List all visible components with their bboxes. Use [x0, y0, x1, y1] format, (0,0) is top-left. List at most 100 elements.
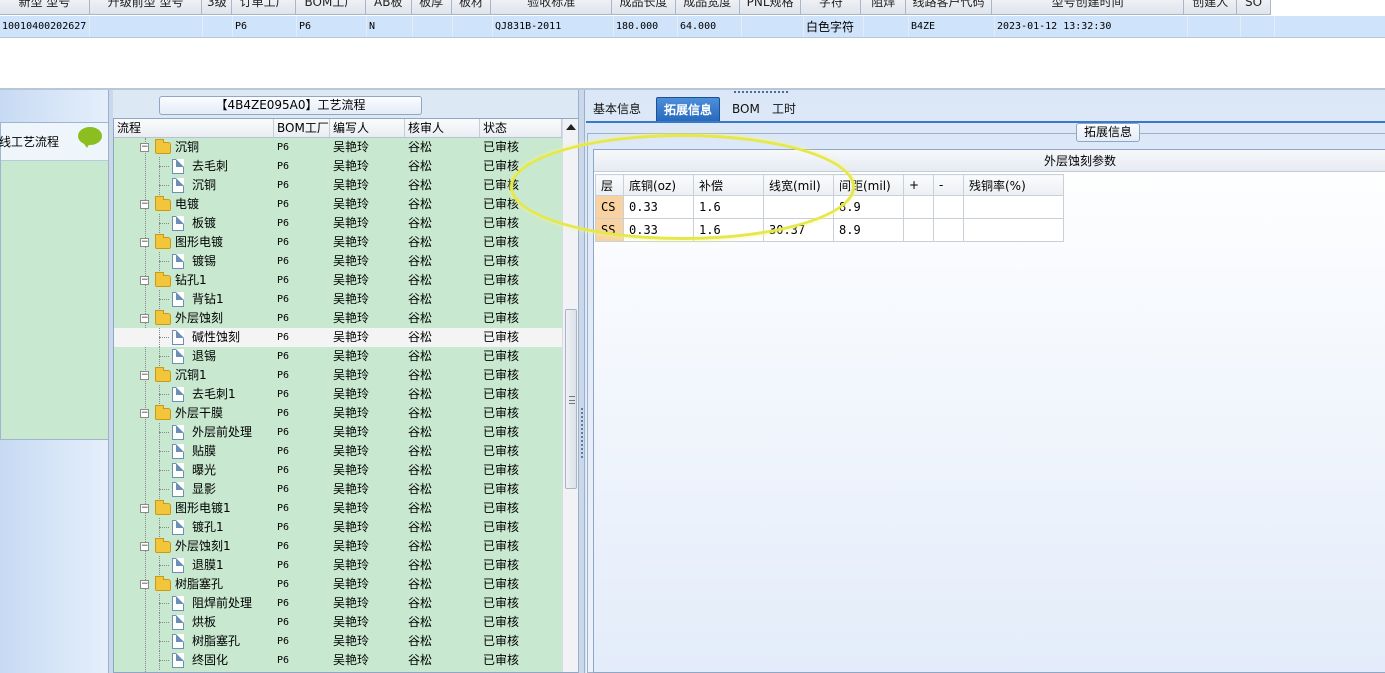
- tree-node[interactable]: 去毛刺: [114, 157, 274, 176]
- tree-row[interactable]: − 外层干膜 P6 吴艳玲 谷松 已审核: [114, 404, 562, 423]
- grid-column-header[interactable]: 3级: [202, 0, 233, 14]
- tree-node[interactable]: 镀锡: [114, 252, 274, 271]
- grid-cell[interactable]: P6: [233, 16, 297, 37]
- collapse-toggle-icon[interactable]: −: [140, 238, 149, 247]
- tree-row[interactable]: − 图形电镀1 P6 吴艳玲 谷松 已审核: [114, 499, 562, 518]
- tree-node[interactable]: 外层前处理: [114, 423, 274, 442]
- scroll-up-arrow-icon[interactable]: [566, 124, 576, 130]
- grid-cell[interactable]: QJ831B-2011: [493, 16, 614, 37]
- tree-row[interactable]: 贴膜 P6 吴艳玲 谷松 已审核: [114, 442, 562, 461]
- tree-row[interactable]: 退锡 P6 吴艳玲 谷松 已审核: [114, 347, 562, 366]
- tree-row[interactable]: − 外层蚀刻1 P6 吴艳玲 谷松 已审核: [114, 537, 562, 556]
- column-header-status[interactable]: 状态: [480, 119, 562, 137]
- collapse-toggle-icon[interactable]: −: [140, 200, 149, 209]
- tree-row[interactable]: 曝光 P6 吴艳玲 谷松 已审核: [114, 461, 562, 480]
- tree-node[interactable]: 显影: [114, 480, 274, 499]
- tab-extended-info[interactable]: 拓展信息: [656, 97, 721, 121]
- etch-table-row[interactable]: SS 0.33 1.6 30.37 8.9: [595, 218, 1064, 242]
- tree-row[interactable]: − 钻孔1 P6 吴艳玲 谷松 已审核: [114, 271, 562, 290]
- etch-value-cell[interactable]: [963, 195, 1064, 219]
- tree-row[interactable]: 镀孔1 P6 吴艳玲 谷松 已审核: [114, 518, 562, 537]
- speech-bubble-icon[interactable]: [78, 127, 102, 148]
- etch-value-cell[interactable]: [903, 218, 934, 242]
- collapse-toggle-icon[interactable]: −: [140, 409, 149, 418]
- etch-column-header[interactable]: 底铜(oz): [623, 174, 694, 196]
- etch-value-cell[interactable]: [933, 218, 964, 242]
- grid-cell[interactable]: 白色字符: [804, 16, 864, 37]
- tree-node[interactable]: 阻焊前处理: [114, 594, 274, 613]
- tree-row[interactable]: − 外层蚀刻 P6 吴艳玲 谷松 已审核: [114, 309, 562, 328]
- grid-column-header[interactable]: PNL规格: [740, 0, 802, 14]
- tree-row[interactable]: 去毛刺1 P6 吴艳玲 谷松 已审核: [114, 385, 562, 404]
- grid-column-header[interactable]: 新型 型号: [0, 0, 90, 14]
- tree-node[interactable]: 贴膜: [114, 442, 274, 461]
- tree-node[interactable]: 去毛刺1: [114, 385, 274, 404]
- grid-column-header[interactable]: BOM工厂: [296, 0, 366, 14]
- tree-row[interactable]: 镀锡 P6 吴艳玲 谷松 已审核: [114, 252, 562, 271]
- grid-cell[interactable]: [864, 16, 909, 37]
- middle-splitter[interactable]: [578, 90, 585, 673]
- tab-basic-info[interactable]: 基本信息: [586, 97, 648, 121]
- tree-row[interactable]: − 沉铜1 P6 吴艳玲 谷松 已审核: [114, 366, 562, 385]
- grid-column-header[interactable]: 型号创建时间: [992, 0, 1185, 14]
- column-header-writer[interactable]: 编写人: [330, 119, 405, 137]
- grid-column-header[interactable]: 验收标准: [491, 0, 613, 14]
- tree-node[interactable]: 烘板: [114, 613, 274, 632]
- column-header-bom-factory[interactable]: BOM工厂: [274, 119, 330, 137]
- layer-cell[interactable]: CS: [595, 195, 624, 219]
- etch-column-header[interactable]: 线宽(mil): [763, 174, 834, 196]
- etch-value-cell[interactable]: [963, 218, 1064, 242]
- tree-vertical-scrollbar[interactable]: [562, 119, 578, 672]
- etch-value-cell[interactable]: 0.33: [623, 218, 694, 242]
- tree-row[interactable]: − 沉铜 P6 吴艳玲 谷松 已审核: [114, 138, 562, 157]
- grid-column-header[interactable]: 成品宽度: [676, 0, 740, 14]
- grid-cell[interactable]: 180.000: [614, 16, 678, 37]
- grid-cell[interactable]: [742, 16, 804, 37]
- tab-bom[interactable]: BOM: [725, 97, 767, 121]
- tree-node[interactable]: 退锡: [114, 347, 274, 366]
- tree-node[interactable]: − 外层蚀刻: [114, 309, 274, 328]
- etch-value-cell[interactable]: [763, 195, 834, 219]
- grid-column-header[interactable]: SO: [1237, 0, 1271, 14]
- scrollbar-thumb[interactable]: [565, 309, 577, 489]
- process-card[interactable]: 线工艺流程: [0, 122, 110, 440]
- grid-column-header[interactable]: 板材: [452, 0, 492, 14]
- grid-cell[interactable]: [1241, 16, 1275, 37]
- tree-node[interactable]: − 外层蚀刻1: [114, 537, 274, 556]
- etch-table-row[interactable]: CS 0.33 1.6 8.9: [595, 195, 1064, 219]
- etch-value-cell[interactable]: 8.9: [833, 195, 904, 219]
- model-grid-row-selected[interactable]: 10010400202627 P6 P6 N QJ831B-2011 180.000 64.…: [0, 16, 1385, 38]
- grid-column-header[interactable]: 订单工厂: [232, 0, 297, 14]
- grid-cell[interactable]: [453, 16, 493, 37]
- tree-node[interactable]: − 树脂塞孔: [114, 575, 274, 594]
- tree-row[interactable]: 板镀 P6 吴艳玲 谷松 已审核: [114, 214, 562, 233]
- tree-row[interactable]: 外层前处理 P6 吴艳玲 谷松 已审核: [114, 423, 562, 442]
- tree-node[interactable]: − 图形电镀: [114, 233, 274, 252]
- tree-row[interactable]: 终固化 P6 吴艳玲 谷松 已审核: [114, 651, 562, 670]
- tree-row[interactable]: − 电镀 P6 吴艳玲 谷松 已审核: [114, 195, 562, 214]
- tree-node[interactable]: − 沉铜1: [114, 366, 274, 385]
- tree-row[interactable]: 树脂塞孔 P6 吴艳玲 谷松 已审核: [114, 632, 562, 651]
- grid-cell[interactable]: [1188, 16, 1241, 37]
- collapse-toggle-icon[interactable]: −: [140, 371, 149, 380]
- tree-node[interactable]: 树脂塞孔: [114, 632, 274, 651]
- etch-value-cell[interactable]: [903, 195, 934, 219]
- tree-row[interactable]: 显影 P6 吴艳玲 谷松 已审核: [114, 480, 562, 499]
- etch-value-cell[interactable]: 0.33: [623, 195, 694, 219]
- etch-column-header[interactable]: -: [933, 174, 964, 196]
- tree-node[interactable]: − 沉铜: [114, 138, 274, 157]
- tree-node[interactable]: − 外层干膜: [114, 404, 274, 423]
- tree-node[interactable]: − 电镀: [114, 195, 274, 214]
- grid-cell[interactable]: N: [367, 16, 413, 37]
- tree-row[interactable]: 退膜1 P6 吴艳玲 谷松 已审核: [114, 556, 562, 575]
- grid-column-header[interactable]: 成品长度: [612, 0, 676, 14]
- grid-cell[interactable]: P6: [297, 16, 367, 37]
- tree-node[interactable]: 背钻1: [114, 290, 274, 309]
- etch-column-header[interactable]: 残铜率(%): [963, 174, 1064, 196]
- etch-value-cell[interactable]: 8.9: [833, 218, 904, 242]
- etch-column-header[interactable]: 层: [595, 174, 624, 196]
- tree-row[interactable]: − 树脂塞孔 P6 吴艳玲 谷松 已审核: [114, 575, 562, 594]
- tree-row[interactable]: 阻焊前处理 P6 吴艳玲 谷松 已审核: [114, 594, 562, 613]
- tree-row[interactable]: 去毛刺 P6 吴艳玲 谷松 已审核: [114, 157, 562, 176]
- etch-column-header[interactable]: 补偿: [693, 174, 764, 196]
